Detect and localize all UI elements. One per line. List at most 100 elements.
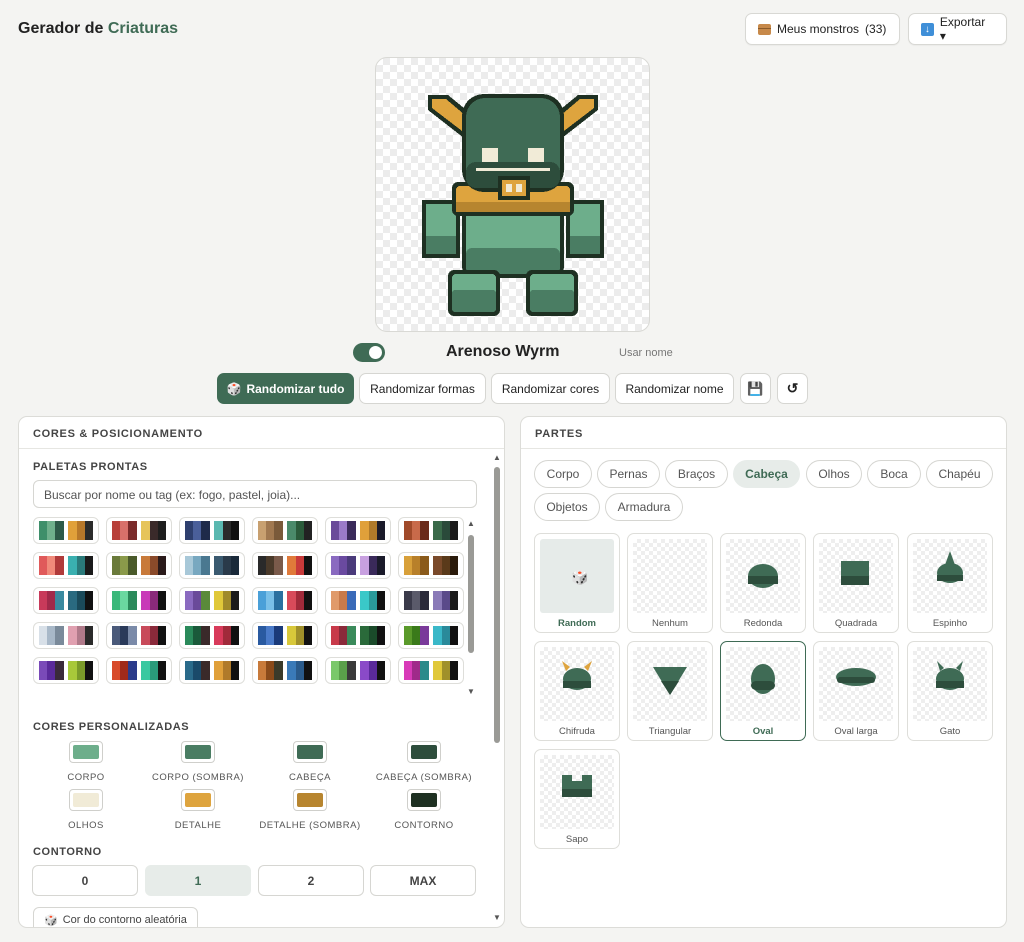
color-label: CORPO — [67, 772, 105, 783]
color-swatch[interactable] — [69, 789, 103, 811]
palette-swatch[interactable] — [325, 622, 391, 649]
contour-option-0[interactable]: 0 — [32, 865, 138, 896]
scroll-up-icon[interactable]: ▲ — [493, 453, 501, 462]
part-card-nenhum[interactable]: Nenhum — [627, 533, 713, 633]
category-chip[interactable]: Braços — [665, 460, 728, 488]
palette-swatch[interactable] — [252, 517, 318, 544]
palette-swatch[interactable] — [106, 587, 172, 614]
part-card-triangular[interactable]: Triangular — [627, 641, 713, 741]
palette-swatch[interactable] — [398, 517, 464, 544]
random-contour-color-button[interactable]: 🎲 Cor do contorno aleatória — [33, 907, 198, 927]
colors-panel-scroll-thumb[interactable] — [494, 467, 500, 743]
randomize-all-button[interactable]: 🎲 Randomizar tudo — [217, 373, 354, 404]
category-chip[interactable]: Boca — [867, 460, 921, 488]
palette-swatch[interactable] — [179, 587, 245, 614]
category-chip[interactable]: Chapéu — [926, 460, 993, 488]
palette-swatch[interactable] — [179, 622, 245, 649]
save-button[interactable]: 💾 — [740, 373, 771, 404]
category-chip[interactable]: Corpo — [534, 460, 592, 488]
export-button[interactable]: ↓ Exportar ▾ — [908, 13, 1007, 45]
color-swatch[interactable] — [293, 789, 327, 811]
palette-swatch[interactable] — [106, 552, 172, 579]
scroll-down-icon[interactable]: ▼ — [467, 687, 475, 696]
part-card-oval-larga[interactable]: Oval larga — [813, 641, 899, 741]
randomize-shapes-button[interactable]: Randomizar formas — [359, 373, 486, 404]
category-chip[interactable]: Armadura — [605, 493, 683, 521]
colors-panel-title: CORES & POSICIONAMENTO — [19, 417, 504, 449]
custom-color-detalhe[interactable]: DETALHE — [143, 789, 253, 831]
palette-swatch[interactable] — [106, 657, 172, 684]
palette-swatch[interactable] — [252, 587, 318, 614]
category-chip[interactable]: Cabeça — [733, 460, 800, 488]
palette-swatch[interactable] — [33, 552, 99, 579]
palette-swatch[interactable] — [33, 622, 99, 649]
palette-swatch[interactable] — [33, 517, 99, 544]
colors-panel: CORES & POSICIONAMENTO PALETAS PRONTAS B… — [18, 416, 505, 928]
part-card-sapo[interactable]: Sapo — [534, 749, 620, 849]
part-shape — [751, 664, 775, 694]
color-swatch[interactable] — [407, 789, 441, 811]
category-chip[interactable]: Olhos — [806, 460, 862, 488]
color-swatch[interactable] — [181, 789, 215, 811]
color-swatch[interactable] — [293, 741, 327, 763]
palette-swatch[interactable] — [33, 657, 99, 684]
palette-swatch[interactable] — [252, 622, 318, 649]
my-monsters-button[interactable]: Meus monstros (33) — [745, 13, 900, 45]
custom-color-corpo[interactable]: CORPO — [31, 741, 141, 783]
scroll-up-icon[interactable]: ▲ — [467, 519, 475, 528]
palette-swatch[interactable] — [179, 657, 245, 684]
palette-swatch[interactable] — [179, 552, 245, 579]
randomize-all-label: Randomizar tudo — [246, 381, 345, 396]
part-card-espinho[interactable]: Espinho — [907, 533, 993, 633]
part-label: Quadrada — [834, 618, 878, 629]
palette-swatch[interactable] — [325, 587, 391, 614]
palette-swatch[interactable] — [398, 587, 464, 614]
color-swatch[interactable] — [69, 741, 103, 763]
part-shape — [653, 667, 687, 695]
reset-button[interactable]: ↺ — [777, 373, 808, 404]
part-label: Random — [558, 618, 596, 629]
palette-swatch[interactable] — [398, 622, 464, 649]
category-chip[interactable]: Objetos — [534, 493, 600, 521]
randomize-colors-button[interactable]: Randomizar cores — [491, 373, 610, 404]
colors-panel-scrollbar[interactable]: ▲ ▼ — [493, 453, 501, 925]
part-card-oval[interactable]: Oval — [720, 641, 806, 741]
part-card-redonda[interactable]: Redonda — [720, 533, 806, 633]
my-monsters-count: (33) — [865, 22, 887, 36]
use-name-toggle[interactable] — [353, 343, 385, 362]
palette-swatch[interactable] — [398, 552, 464, 579]
custom-color-corpo-sombra[interactable]: CORPO (SOMBRA) — [143, 741, 253, 783]
part-card-chifruda[interactable]: Chifruda — [534, 641, 620, 741]
palette-swatch[interactable] — [325, 552, 391, 579]
palette-swatch[interactable] — [106, 622, 172, 649]
palette-swatch[interactable] — [325, 517, 391, 544]
palette-swatch[interactable] — [106, 517, 172, 544]
custom-color-contorno[interactable]: CONTORNO — [369, 789, 479, 831]
part-label: Gato — [939, 726, 961, 737]
contour-option-1[interactable]: 1 — [145, 865, 251, 896]
palette-swatch[interactable] — [252, 552, 318, 579]
download-icon: ↓ — [921, 22, 934, 36]
contour-option-2[interactable]: 2 — [258, 865, 364, 896]
custom-color-detalhe-sombra[interactable]: DETALHE (SOMBRA) — [255, 789, 365, 831]
palette-swatch[interactable] — [179, 517, 245, 544]
scroll-down-icon[interactable]: ▼ — [493, 913, 501, 922]
palette-swatch[interactable] — [398, 657, 464, 684]
palette-swatch[interactable] — [325, 657, 391, 684]
palette-scrollbar[interactable]: ▲ ▼ — [467, 519, 475, 697]
contour-option-max[interactable]: MAX — [370, 865, 476, 896]
palette-scroll-thumb[interactable] — [468, 535, 474, 653]
part-card-quadrada[interactable]: Quadrada — [813, 533, 899, 633]
palette-search-input[interactable]: Buscar por nome ou tag (ex: fogo, pastel… — [33, 480, 477, 508]
category-chip[interactable]: Pernas — [597, 460, 660, 488]
custom-color-olhos[interactable]: OLHOS — [31, 789, 141, 831]
custom-color-cabeça-sombra[interactable]: CABEÇA (SOMBRA) — [369, 741, 479, 783]
part-card-random[interactable]: 🎲 Random — [534, 533, 620, 633]
part-card-gato[interactable]: Gato — [907, 641, 993, 741]
palette-swatch[interactable] — [252, 657, 318, 684]
palette-swatch[interactable] — [33, 587, 99, 614]
randomize-name-button[interactable]: Randomizar nome — [615, 373, 734, 404]
custom-color-cabeça[interactable]: CABEÇA — [255, 741, 365, 783]
color-swatch[interactable] — [407, 741, 441, 763]
color-swatch[interactable] — [181, 741, 215, 763]
